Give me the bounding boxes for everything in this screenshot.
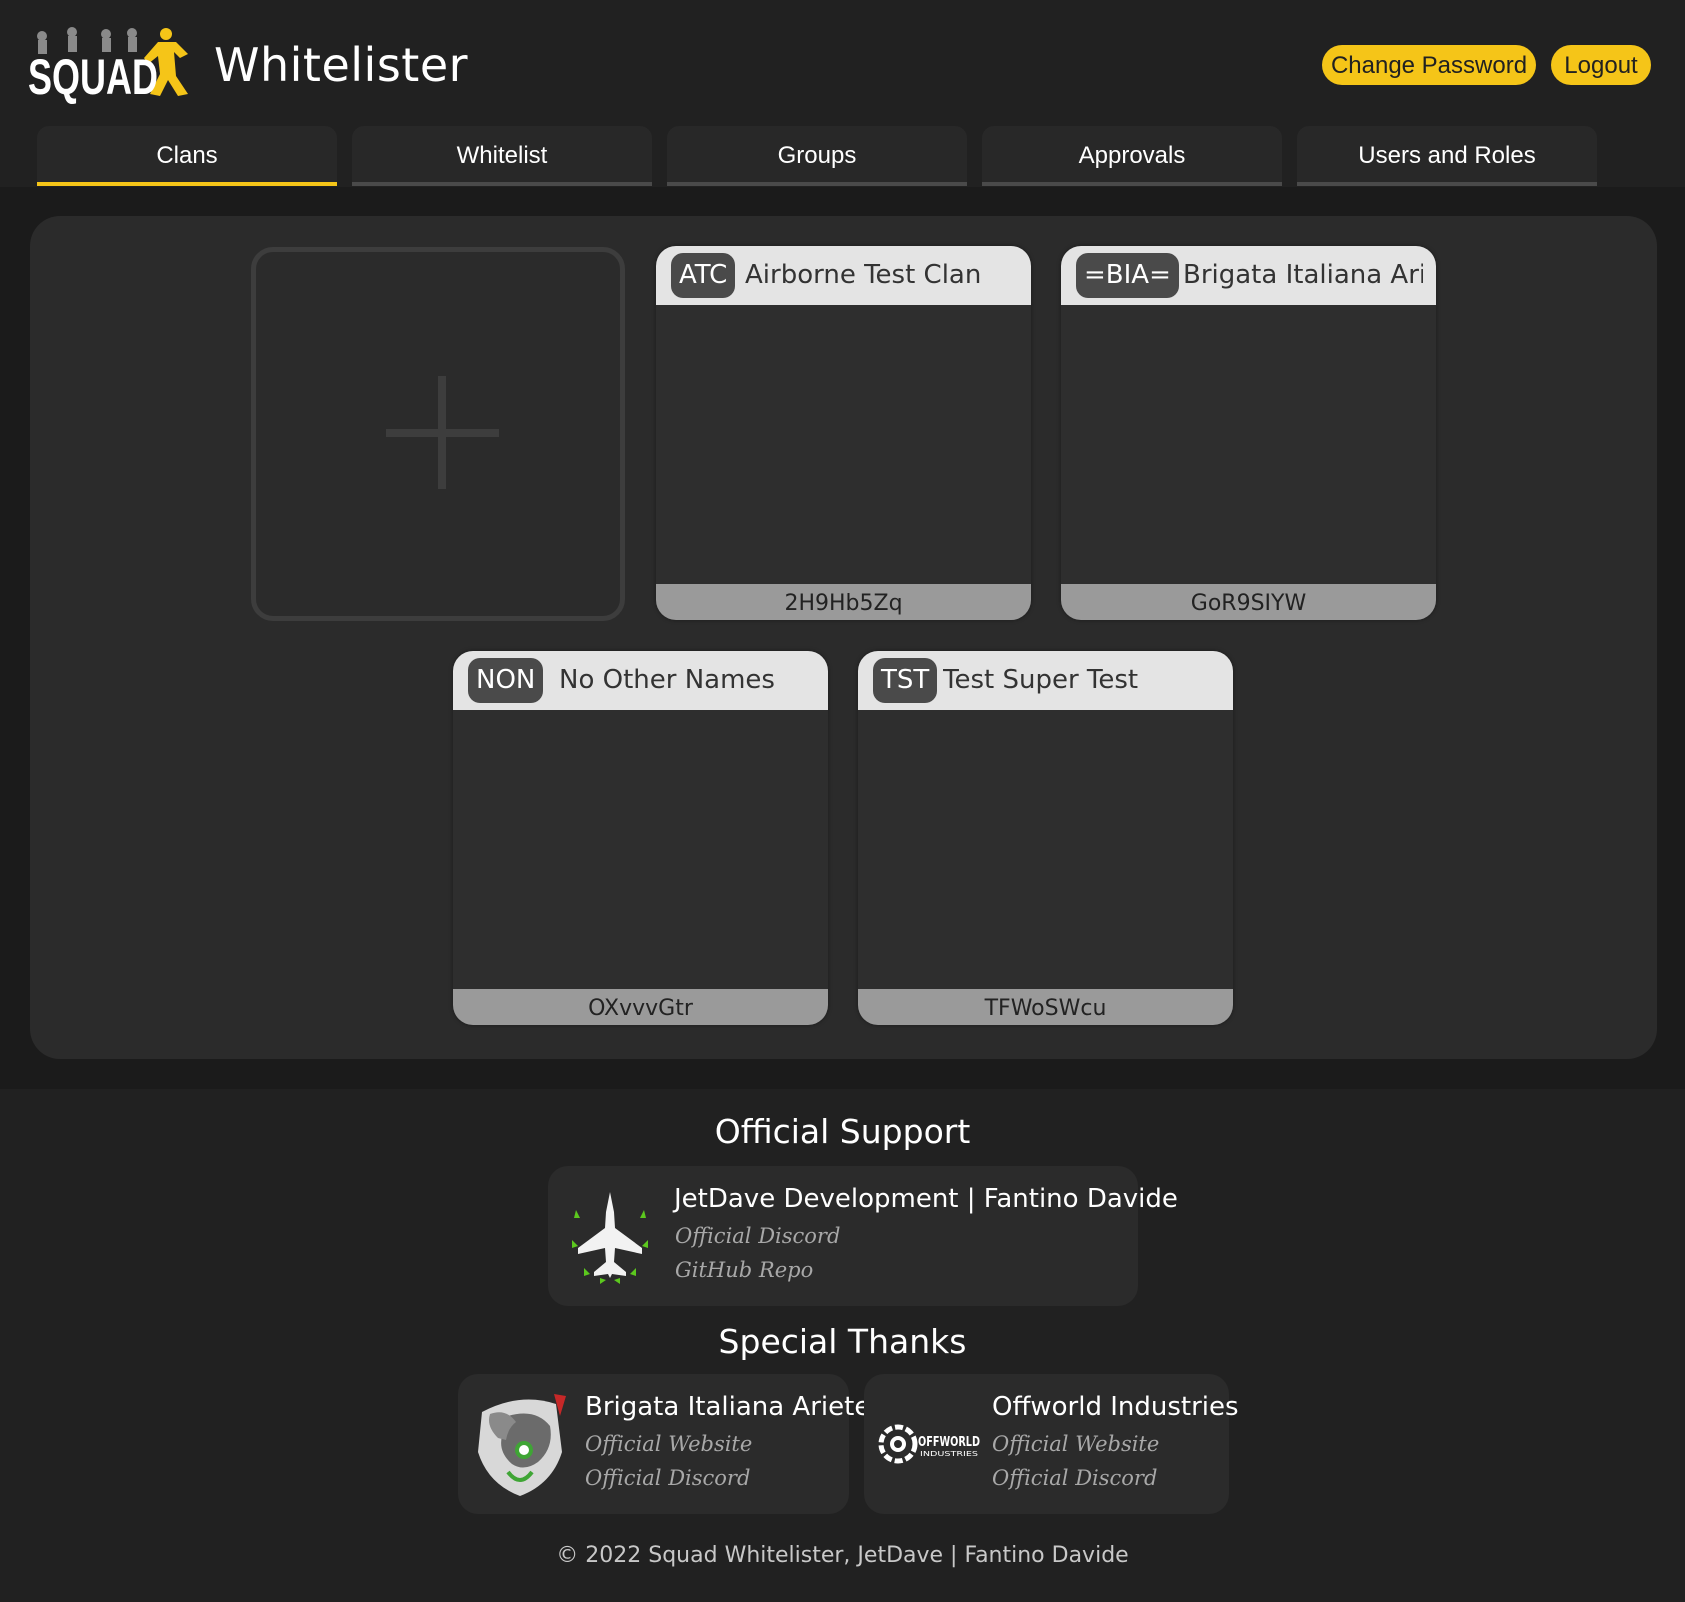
thanks-card-bia: Brigata Italiana Ariete Official Website… <box>458 1374 870 1514</box>
change-password-button[interactable]: Change Password <box>1322 45 1536 85</box>
special-thanks-title: Special Thanks <box>718 1322 967 1361</box>
clan-card[interactable]: ATC Airborne Test Clan 2H9Hb5Zq <box>656 246 1031 620</box>
thanks-name: Brigata Italiana Ariete <box>585 1392 871 1422</box>
thanks-card-offworld: OFFWORLD INDUSTRIES Offworld Industries … <box>864 1374 1239 1514</box>
tab-users-and-roles[interactable]: Users and Roles <box>1297 126 1597 186</box>
svg-text:INDUSTRIES: INDUSTRIES <box>920 1450 979 1458</box>
clan-card[interactable]: =BIA= Brigata Italiana Ariete GoR9SIYW <box>1061 246 1436 620</box>
clan-code: 2H9Hb5Zq <box>656 584 1031 620</box>
app-title: Whitelister <box>214 38 469 92</box>
support-discord-link[interactable]: Official Discord <box>675 1224 840 1248</box>
clan-card[interactable]: TST Test Super Test TFWoSWcu <box>858 651 1233 1025</box>
clan-card[interactable]: NON No Other Names OXvvvGtr <box>453 651 828 1025</box>
tab-clans[interactable]: Clans <box>37 126 337 186</box>
header: SQUAD Whitelister Change Password Logout… <box>0 0 1685 187</box>
copyright: © 2022 Squad Whitelister, JetDave | Fant… <box>556 1543 1129 1568</box>
clan-tag: ATC <box>671 253 736 298</box>
offworld-logo-icon: OFFWORLD INDUSTRIES <box>878 1424 980 1464</box>
tab-approvals[interactable]: Approvals <box>982 126 1282 186</box>
svg-text:SQUAD: SQUAD <box>28 49 158 104</box>
clan-code: OXvvvGtr <box>453 989 828 1025</box>
clan-tag: =BIA= <box>1076 253 1179 298</box>
official-support-title: Official Support <box>714 1112 971 1151</box>
add-clan-button[interactable] <box>251 247 625 621</box>
clan-code: GoR9SIYW <box>1061 584 1436 620</box>
support-name: JetDave Development | Fantino Davide <box>674 1184 1178 1214</box>
clan-code: TFWoSWcu <box>858 989 1233 1025</box>
ram-logo-icon <box>478 1394 566 1496</box>
support-card: JetDave Development | Fantino Davide Off… <box>548 1166 1178 1306</box>
thanks-website-link[interactable]: Official Website <box>992 1432 1159 1456</box>
clan-tag: TST <box>873 658 938 703</box>
tab-groups[interactable]: Groups <box>667 126 967 186</box>
support-github-link[interactable]: GitHub Repo <box>675 1258 813 1282</box>
thanks-name: Offworld Industries <box>992 1392 1239 1422</box>
clan-name: Brigata Italiana Ariete <box>1183 260 1423 290</box>
clan-name: Test Super Test <box>943 665 1139 695</box>
clan-name: No Other Names <box>559 665 775 695</box>
thanks-discord-link[interactable]: Official Discord <box>992 1466 1157 1490</box>
clan-tag: NON <box>468 658 544 703</box>
clan-name: Airborne Test Clan <box>745 260 982 290</box>
logout-button[interactable]: Logout <box>1551 45 1651 85</box>
tab-whitelist[interactable]: Whitelist <box>352 126 652 186</box>
jet-logo-icon <box>572 1192 648 1284</box>
thanks-discord-link[interactable]: Official Discord <box>585 1466 750 1490</box>
squad-logo-icon: SQUAD <box>28 27 188 104</box>
thanks-website-link[interactable]: Official Website <box>585 1432 752 1456</box>
svg-text:OFFWORLD: OFFWORLD <box>918 1435 980 1450</box>
